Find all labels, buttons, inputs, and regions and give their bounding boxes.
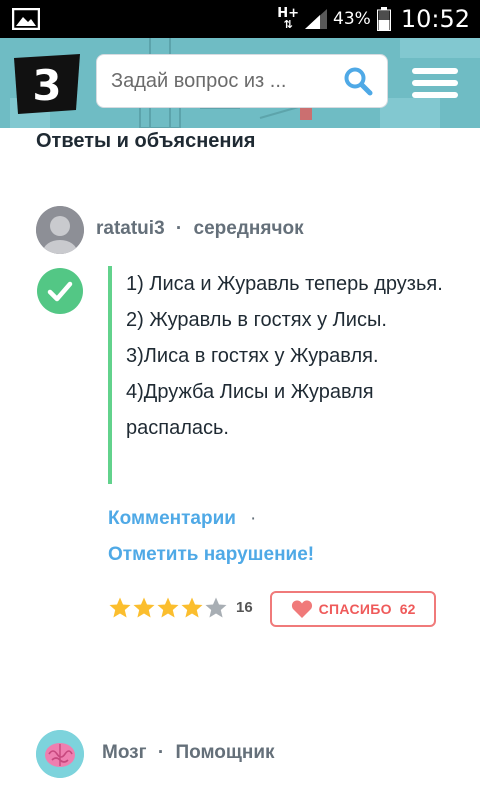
rating-stars[interactable] xyxy=(108,596,228,620)
thanks-count: 62 xyxy=(399,601,416,617)
avatar[interactable] xyxy=(36,730,84,778)
battery-icon xyxy=(376,7,391,31)
best-answer-badge xyxy=(37,268,83,314)
thanks-label: СПАСИБО xyxy=(318,601,392,617)
battery-percent: 43% xyxy=(333,9,371,29)
thanks-button[interactable]: СПАСИБО 62 xyxy=(270,591,436,627)
answer-line: 3)Лиса в гостях у Журавля. xyxy=(126,345,379,367)
app-header: 3 xyxy=(0,38,480,128)
search-input[interactable] xyxy=(111,55,329,107)
brainly-logo[interactable]: 3 xyxy=(14,54,80,114)
report-link[interactable]: Отметить нарушение! xyxy=(108,544,314,566)
author-separator: · xyxy=(157,742,165,763)
answer-line: 4)Дружба Лисы и Журавля распалась. xyxy=(126,381,374,439)
links-separator: · xyxy=(250,508,257,529)
author-rank: Помощник xyxy=(175,742,275,763)
star-icon[interactable] xyxy=(180,596,204,620)
answer-line: 1) Лиса и Журавль теперь друзья. xyxy=(126,273,443,295)
avatar[interactable] xyxy=(36,206,84,254)
image-notification-icon xyxy=(12,8,40,30)
heart-icon xyxy=(291,600,312,618)
clock: 10:52 xyxy=(400,5,470,33)
search-icon[interactable] xyxy=(343,66,373,96)
author-separator: · xyxy=(175,218,183,239)
brain-icon xyxy=(36,730,84,778)
rating-count: 16 xyxy=(236,599,253,616)
star-icon[interactable] xyxy=(156,596,180,620)
author-name[interactable]: ratatui3 xyxy=(96,218,165,239)
search-bar xyxy=(96,54,388,108)
answer-text: 1) Лиса и Журавль теперь друзья. 2) Жура… xyxy=(108,266,444,484)
status-indicators: H+ ⇅ 43% 10:52 xyxy=(277,0,470,38)
answer-line: 2) Журавль в гостях у Лисы. xyxy=(126,309,387,331)
network-indicator: H+ ⇅ xyxy=(277,6,300,31)
status-bar: H+ ⇅ 43% 10:52 xyxy=(0,0,480,38)
star-icon[interactable] xyxy=(132,596,156,620)
signal-icon xyxy=(305,9,328,29)
author-rank: середнячок xyxy=(193,218,304,239)
star-icon[interactable] xyxy=(204,596,228,620)
answer-author: ratatui3 · середнячок xyxy=(96,218,304,240)
menu-icon[interactable] xyxy=(412,68,458,100)
check-icon xyxy=(47,281,73,302)
user-avatar-icon xyxy=(36,206,84,254)
author-name[interactable]: Мозг xyxy=(102,742,147,763)
comments-link[interactable]: Комментарии xyxy=(108,508,236,530)
next-answer-author: Мозг · Помощник xyxy=(102,742,275,764)
star-icon[interactable] xyxy=(108,596,132,620)
answers-heading: Ответы и объяснения xyxy=(36,130,256,152)
svg-text:3: 3 xyxy=(32,61,61,110)
